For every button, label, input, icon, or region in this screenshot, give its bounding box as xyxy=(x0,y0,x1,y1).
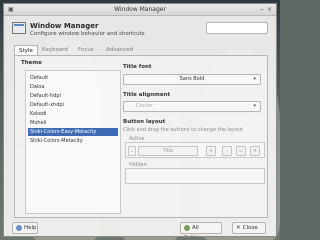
title-alignment-value: Center xyxy=(136,103,153,109)
close-button[interactable]: ✕ Close xyxy=(232,222,266,234)
title-slot[interactable]: Title xyxy=(138,146,198,156)
settings-icon xyxy=(184,224,190,231)
close-window-icon[interactable]: × xyxy=(267,6,272,13)
title-bar[interactable]: ▣ Window Manager ‒ × xyxy=(4,4,276,16)
theme-label: Theme xyxy=(21,60,42,66)
list-item-selected[interactable]: Shiki-Colors-Easy-Metacity xyxy=(28,128,118,136)
minimize-button-slot[interactable]: – xyxy=(222,146,232,156)
title-font-value: Sans Bold xyxy=(179,76,205,82)
window-manager-window: ▣ Window Manager ‒ × Window Manager Conf… xyxy=(3,3,277,237)
button-layout-label: Button layout xyxy=(123,119,166,125)
window-title: Window Manager xyxy=(114,6,166,13)
shade-button-slot[interactable]: + xyxy=(206,146,216,156)
help-icon xyxy=(16,224,22,231)
close-button-slot[interactable]: × xyxy=(250,146,260,156)
list-item[interactable]: Default-xhdpi xyxy=(28,101,118,109)
tab-keyboard[interactable]: Keyboard xyxy=(38,45,72,55)
window-manager-icon xyxy=(12,22,26,34)
button-layout-hint: Click and drag the buttons to change the… xyxy=(123,127,244,133)
chevron-down-icon: ▾ xyxy=(253,103,256,109)
list-item[interactable]: Shiki-Colors-Metacity xyxy=(28,137,118,145)
help-button[interactable]: Help xyxy=(12,222,38,234)
close-label: Close xyxy=(242,225,258,231)
title-alignment-select[interactable]: Center ▾ xyxy=(123,101,261,112)
all-settings-button[interactable]: All Settings xyxy=(180,222,222,236)
help-label: Help xyxy=(24,225,37,231)
tab-focus[interactable]: Focus xyxy=(74,45,98,55)
list-item[interactable]: Moheli xyxy=(28,119,118,127)
maximize-button-slot[interactable]: ▫ xyxy=(236,146,246,156)
search-input[interactable] xyxy=(206,22,268,34)
theme-list[interactable]: Default Daloa Default-hdpi Default-xhdpi… xyxy=(25,70,121,214)
style-panel: Theme Default Daloa Default-hdpi Default… xyxy=(14,55,268,218)
dialog-header: Window Manager Configure window behavior… xyxy=(4,16,276,44)
list-item[interactable]: Default-hdpi xyxy=(28,92,118,100)
close-icon: ✕ xyxy=(236,225,241,231)
hidden-buttons-area[interactable] xyxy=(125,168,265,184)
tab-style[interactable]: Style xyxy=(14,45,38,55)
title-font-label: Title font xyxy=(123,64,152,70)
dialog-subtitle: Configure window behavior and shortcuts xyxy=(30,31,145,37)
title-alignment-label: Title alignment xyxy=(123,92,171,98)
title-font-button[interactable]: Sans Bold ▾ xyxy=(123,74,261,85)
font-icon: ▾ xyxy=(253,76,256,82)
dialog-footer: Help All Settings ✕Close xyxy=(4,218,276,236)
list-item[interactable]: Daloa xyxy=(28,83,118,91)
active-buttons-area[interactable]: ⌄ Title + – ▫ × xyxy=(125,142,265,158)
list-item[interactable]: Default xyxy=(28,74,118,82)
window-menu-slot[interactable]: ⌄ xyxy=(128,146,136,156)
dialog-title: Window Manager xyxy=(30,22,99,30)
tab-advanced[interactable]: Advanced xyxy=(102,45,137,55)
list-item[interactable]: Kokodi xyxy=(28,110,118,118)
minimize-icon[interactable]: ‒ xyxy=(260,6,264,13)
